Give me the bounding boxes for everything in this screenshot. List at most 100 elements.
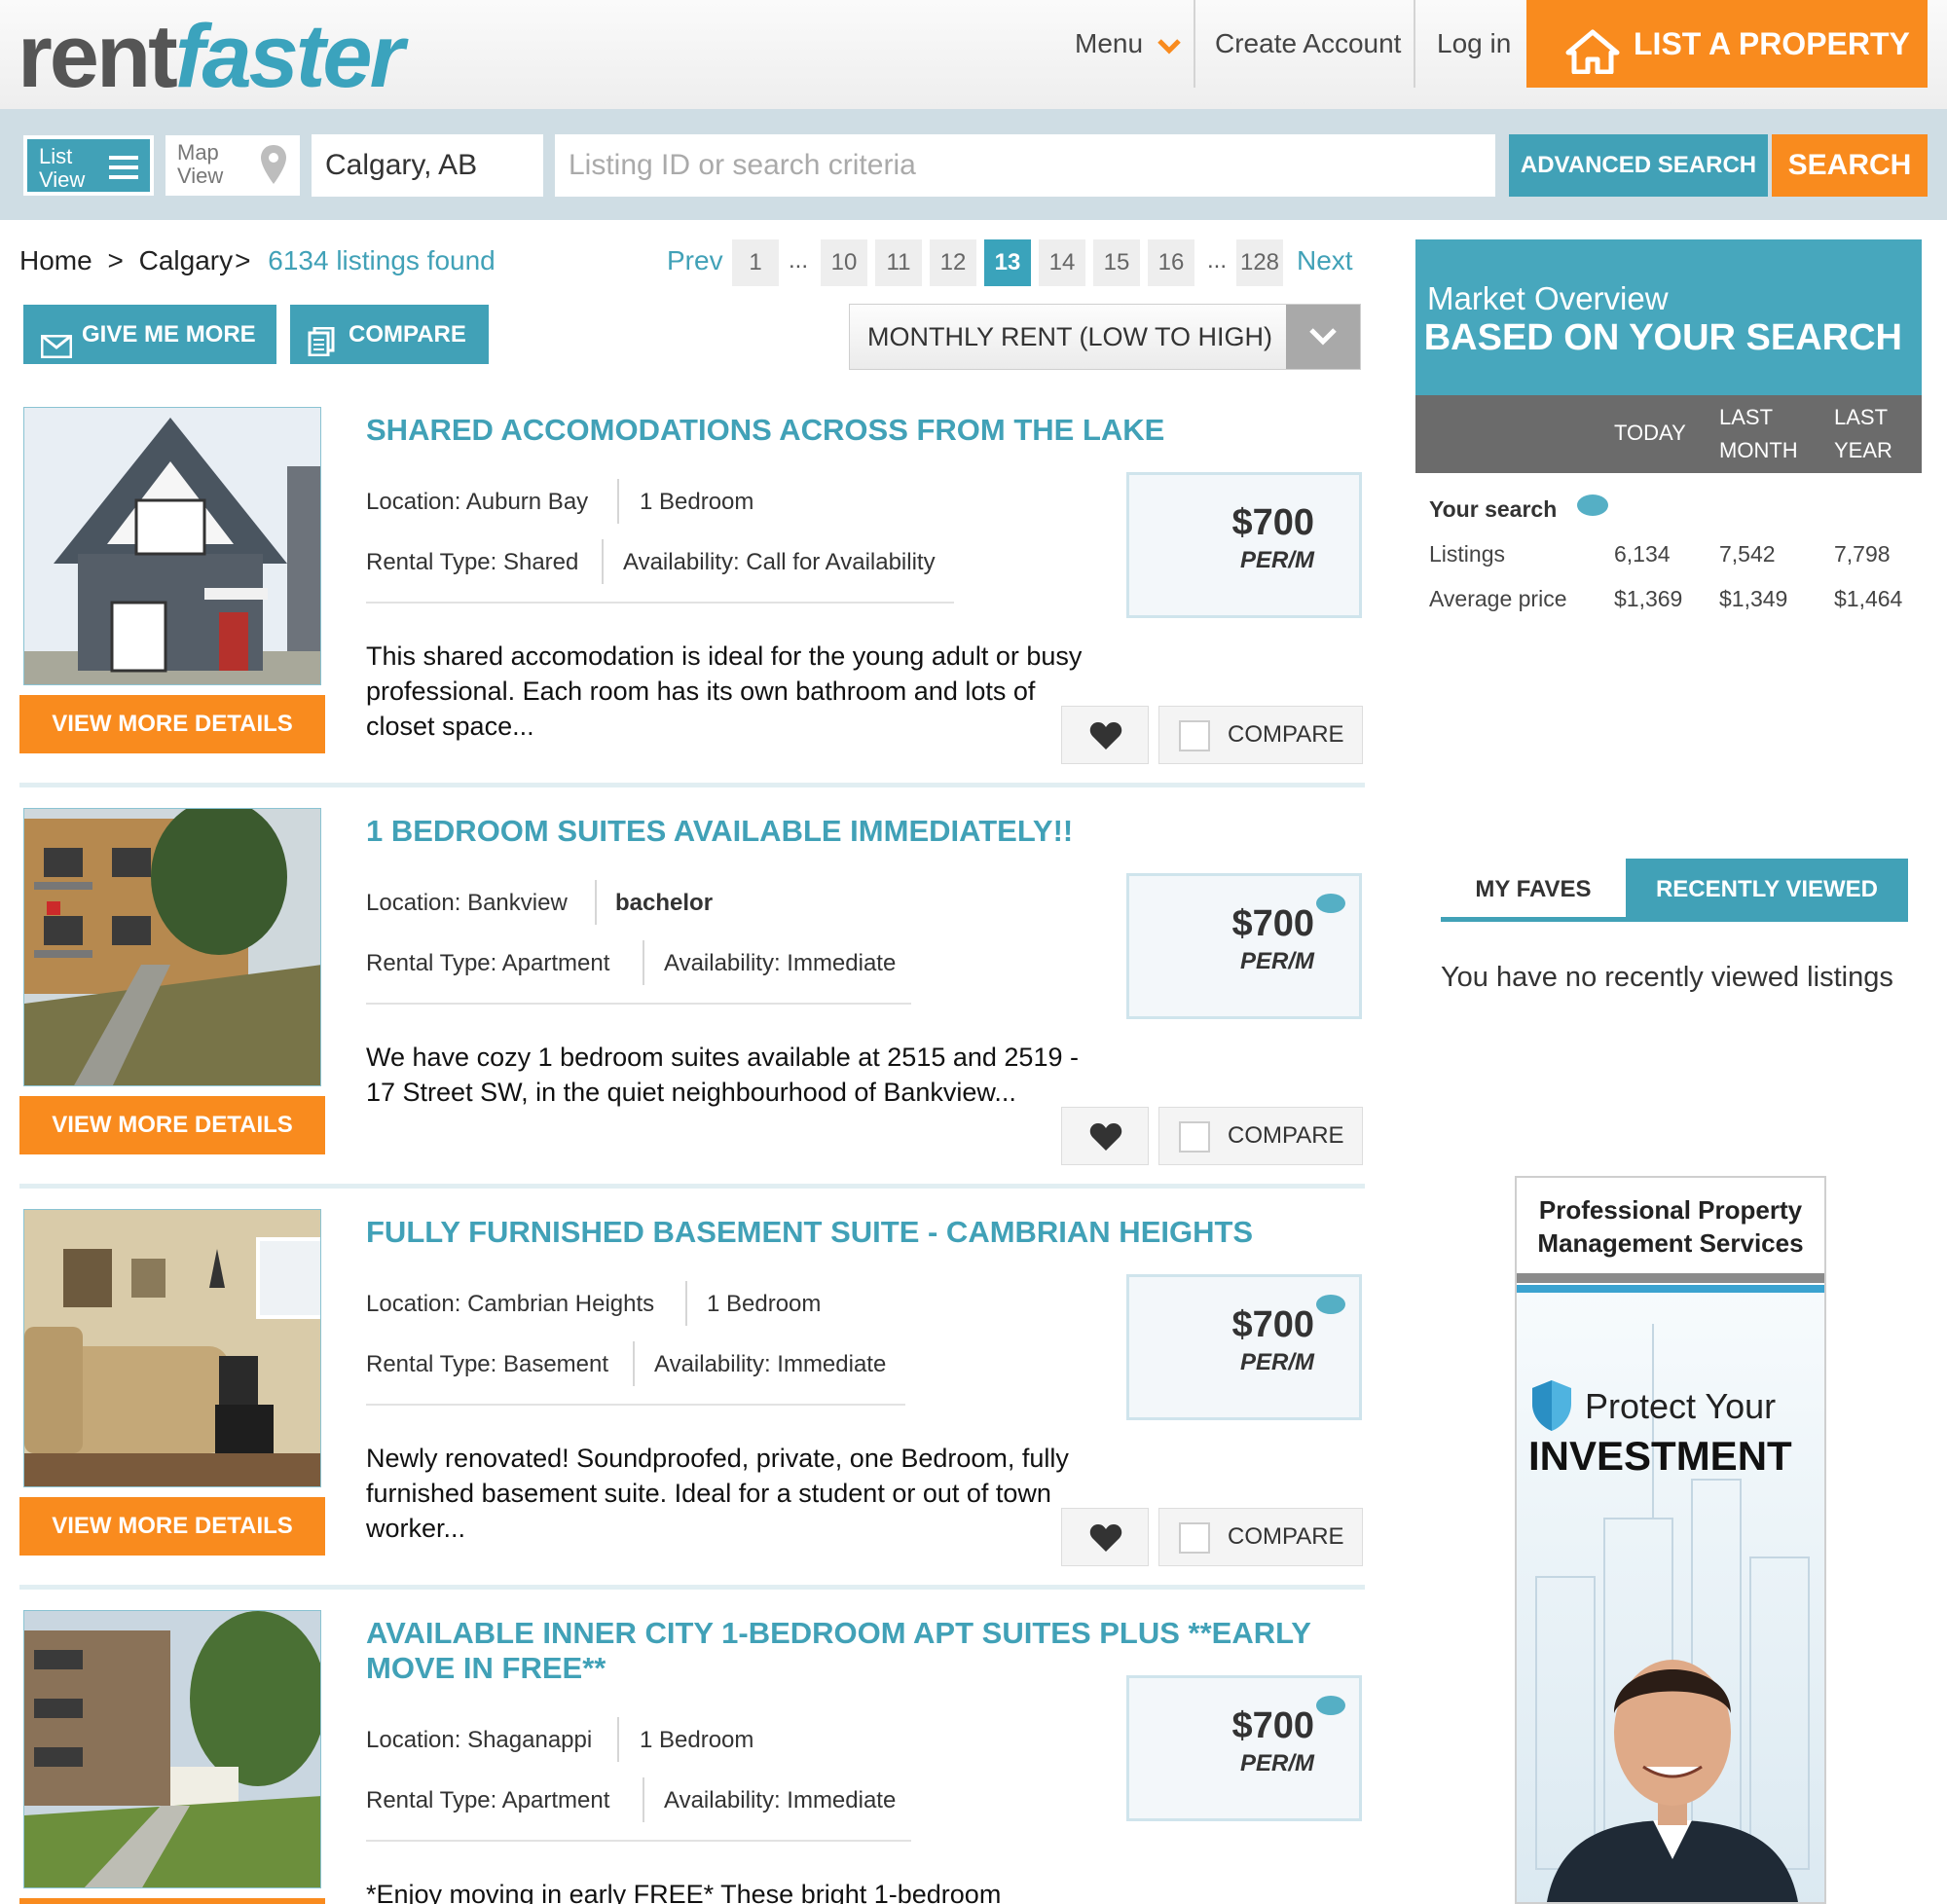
compare-all-button[interactable]: COMPARE xyxy=(290,305,489,364)
prev-page-link[interactable]: Prev xyxy=(667,245,723,276)
listing-photo[interactable] xyxy=(23,1209,321,1487)
page-link[interactable]: 10 xyxy=(821,239,867,286)
listing-photo[interactable] xyxy=(23,1610,321,1888)
breadcrumb-separator: > xyxy=(107,245,124,275)
page-link[interactable]: 14 xyxy=(1039,239,1085,286)
compare-checkbox[interactable] xyxy=(1179,1522,1210,1554)
login-link[interactable]: Log in xyxy=(1437,0,1511,88)
market-overview-subtitle: BASED ON YOUR SEARCH xyxy=(1423,317,1902,358)
listing-availability: Availability: Call for Availability xyxy=(623,549,936,575)
breadcrumb-city[interactable]: Calgary xyxy=(139,245,233,275)
listing-rental-type: Rental Type: Apartment xyxy=(366,1787,610,1813)
search-button[interactable]: SEARCH xyxy=(1772,134,1928,197)
listing-photo[interactable] xyxy=(23,808,321,1086)
pagination-ellipsis: ... xyxy=(789,247,809,274)
compare-toggle[interactable]: COMPARE xyxy=(1158,1107,1363,1165)
compare-label: COMPARE xyxy=(1228,1523,1344,1550)
rentfaster-logo[interactable]: rentfaster xyxy=(18,12,404,101)
column-last-month-line1: LAST xyxy=(1719,405,1774,429)
compare-icon xyxy=(308,319,335,379)
compare-toggle[interactable]: COMPARE xyxy=(1158,1508,1363,1566)
search-criteria-input[interactable]: Listing ID or search criteria xyxy=(555,134,1495,197)
give-me-more-label: GIVE ME MORE xyxy=(82,321,256,348)
favorite-button[interactable] xyxy=(1061,1107,1149,1165)
list-a-property-button[interactable]: LIST A PROPERTY xyxy=(1526,0,1928,88)
compare-all-label: COMPARE xyxy=(349,321,466,348)
advanced-search-button[interactable]: ADVANCED SEARCH xyxy=(1509,134,1768,197)
breadcrumb-home[interactable]: Home xyxy=(19,245,92,275)
listing-price: $700 xyxy=(1231,1705,1314,1746)
price-box: $700 PER/M xyxy=(1126,1274,1362,1420)
listing-price: $700 xyxy=(1231,903,1314,944)
view-more-details-button[interactable]: VIEW MORE DETAILS xyxy=(19,1096,325,1154)
favorite-button[interactable] xyxy=(1061,706,1149,764)
chevron-down-icon xyxy=(1157,2,1182,90)
advertisement-banner[interactable]: Professional Property Management Service… xyxy=(1515,1176,1826,1904)
listing-rental-type: Rental Type: Basement xyxy=(366,1351,609,1377)
listing-price-period: PER/M xyxy=(1239,1349,1314,1375)
listing-rental-type: Rental Type: Shared xyxy=(366,549,579,575)
view-more-details-button[interactable]: VIEW MORE DETAILS xyxy=(19,1497,325,1556)
tab-my-faves[interactable]: MY FAVES xyxy=(1441,859,1626,921)
compare-checkbox[interactable] xyxy=(1179,720,1210,751)
compare-label: COMPARE xyxy=(1228,721,1344,748)
page-link[interactable]: 11 xyxy=(875,239,922,286)
give-me-more-button[interactable]: GIVE ME MORE xyxy=(23,305,276,364)
listing-description: Newly renovated! Soundproofed, private, … xyxy=(366,1444,1069,1543)
listing-divider xyxy=(19,1585,1365,1590)
chat-bubble-icon xyxy=(1316,1696,1345,1715)
attribute-divider xyxy=(633,1341,635,1386)
page-link-current[interactable]: 13 xyxy=(984,239,1031,286)
view-more-details-button[interactable]: VIEW MORE DETAILS xyxy=(19,695,325,753)
favorite-button[interactable] xyxy=(1061,1508,1149,1566)
ad-headline-line2: Management Services xyxy=(1537,1228,1804,1258)
location-input[interactable]: Calgary, AB xyxy=(312,134,543,197)
list-view-toggle[interactable]: List View xyxy=(23,135,154,196)
envelope-icon xyxy=(40,321,73,381)
create-account-link[interactable]: Create Account xyxy=(1215,0,1401,88)
heart-icon xyxy=(1089,721,1122,755)
listing-title[interactable]: 1 BEDROOM SUITES AVAILABLE IMMEDIATELY!! xyxy=(366,814,1359,849)
column-last-month-line2: MONTH xyxy=(1719,438,1798,462)
listings-found-count: 6134 listings found xyxy=(268,245,496,275)
next-page-link[interactable]: Next xyxy=(1297,245,1353,276)
listing-bedrooms: 1 Bedroom xyxy=(640,1727,754,1753)
listing-divider xyxy=(19,783,1365,787)
menu-dropdown[interactable]: Menu xyxy=(1075,0,1182,88)
market-table-header: TODAY LAST MONTH LAST YEAR xyxy=(1415,395,1922,473)
page-link[interactable]: 128 xyxy=(1236,239,1283,286)
listing-title[interactable]: FULLY FURNISHED BASEMENT SUITE - CAMBRIA… xyxy=(366,1215,1359,1250)
page-link[interactable]: 12 xyxy=(930,239,976,286)
chat-bubble-icon xyxy=(1577,494,1608,516)
listing-photo[interactable] xyxy=(23,407,321,685)
compare-toggle[interactable]: COMPARE xyxy=(1158,706,1363,764)
listing-bedrooms: 1 Bedroom xyxy=(640,489,754,515)
logo-text-rent: rent xyxy=(18,7,178,106)
tab-recently-viewed[interactable]: RECENTLY VIEWED xyxy=(1626,859,1908,921)
market-row-label: Listings xyxy=(1429,541,1505,567)
listing-availability: Availability: Immediate xyxy=(664,1787,897,1813)
attribute-divider xyxy=(685,1281,687,1326)
ad-headline: Professional Property Management Service… xyxy=(1517,1193,1824,1260)
listing-price: $700 xyxy=(1231,1304,1314,1345)
attribute-underline xyxy=(366,1404,905,1406)
ad-protect-text: Protect Your xyxy=(1585,1386,1777,1426)
listing-price-period: PER/M xyxy=(1239,948,1314,974)
page-link[interactable]: 16 xyxy=(1148,239,1194,286)
top-navigation-bar: rentfaster Menu Create Account Log in LI… xyxy=(0,0,1947,109)
view-more-details-button[interactable] xyxy=(19,1898,325,1904)
listing-card: VIEW MORE DETAILS 1 BEDROOM SUITES AVAIL… xyxy=(19,808,1365,1189)
nav-divider xyxy=(1194,0,1195,88)
page-link[interactable]: 15 xyxy=(1093,239,1140,286)
listing-description: This shared accomodation is ideal for th… xyxy=(366,641,1083,741)
market-row-label: Average price xyxy=(1429,586,1567,611)
map-view-toggle[interactable]: Map View xyxy=(165,135,300,196)
attribute-divider xyxy=(617,479,619,524)
sort-select[interactable]: MONTHLY RENT (LOW TO HIGH) xyxy=(849,304,1361,370)
compare-checkbox[interactable] xyxy=(1179,1121,1210,1153)
listing-availability: Availability: Immediate xyxy=(664,950,897,976)
listing-title[interactable]: SHARED ACCOMODATIONS ACROSS FROM THE LAK… xyxy=(366,413,1359,448)
page-link[interactable]: 1 xyxy=(732,239,779,286)
listing-description: *Enjoy moving in early FREE* These brigh… xyxy=(366,1880,1002,1904)
price-box: $700 PER/M xyxy=(1126,873,1362,1019)
